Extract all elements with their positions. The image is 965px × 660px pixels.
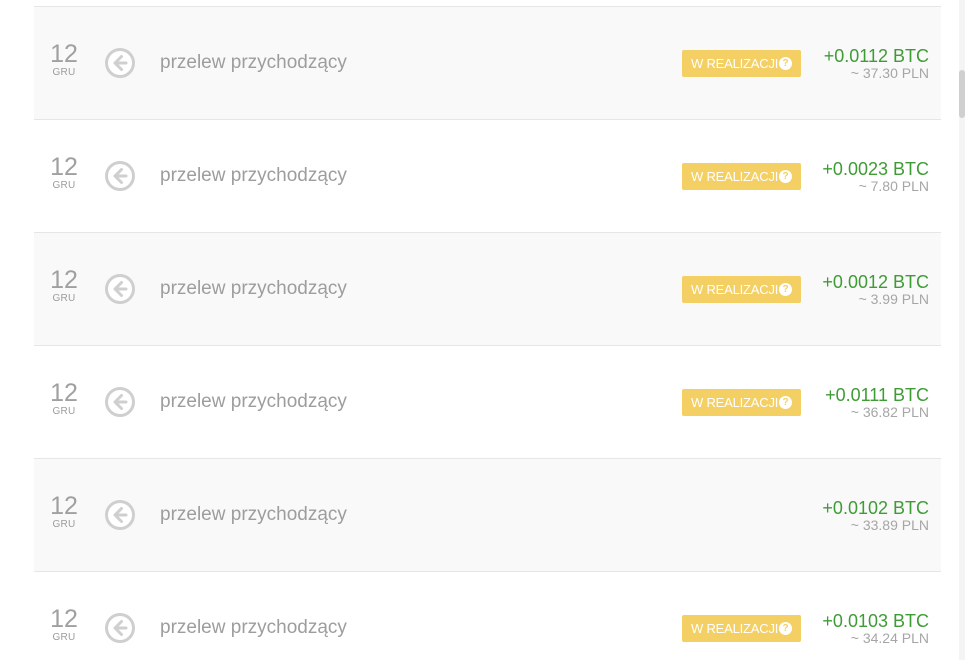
transaction-amount: +0.0102 BTC ~ 33.89 PLN bbox=[822, 498, 929, 533]
date-month: GRU bbox=[52, 180, 76, 191]
date-month: GRU bbox=[52, 293, 76, 304]
amount-btc: +0.0023 BTC bbox=[822, 159, 929, 179]
scrollbar-thumb[interactable] bbox=[959, 70, 965, 118]
amount-btc: +0.0112 BTC bbox=[823, 46, 929, 66]
date-month: GRU bbox=[52, 406, 76, 417]
arrow-left-circle-icon bbox=[104, 47, 136, 79]
help-icon[interactable]: ? bbox=[779, 57, 792, 70]
date-day: 12 bbox=[50, 379, 78, 407]
date-month: GRU bbox=[52, 632, 76, 643]
transaction-row[interactable]: 12 GRU przelew przychodzący W REALIZACJI… bbox=[34, 120, 941, 233]
transaction-row[interactable]: 12 GRU przelew przychodzący +0.0102 BTC … bbox=[34, 459, 941, 572]
status-label: W REALIZACJI bbox=[691, 395, 779, 410]
help-icon[interactable]: ? bbox=[779, 396, 792, 409]
status-badge[interactable]: W REALIZACJI ? bbox=[682, 615, 801, 642]
status-label: W REALIZACJI bbox=[691, 621, 779, 636]
transaction-amount: +0.0111 BTC ~ 36.82 PLN bbox=[825, 385, 929, 420]
date-month: GRU bbox=[52, 519, 76, 530]
help-icon[interactable]: ? bbox=[779, 170, 792, 183]
arrow-left-circle-icon bbox=[104, 499, 136, 531]
transaction-description: przelew przychodzący bbox=[160, 617, 347, 638]
transaction-amount: +0.0103 BTC ~ 34.24 PLN bbox=[822, 611, 929, 646]
transaction-description: przelew przychodzący bbox=[160, 278, 347, 299]
transaction-description: przelew przychodzący bbox=[160, 391, 347, 412]
arrow-left-circle-icon bbox=[104, 386, 136, 418]
transaction-amount: +0.0012 BTC ~ 3.99 PLN bbox=[822, 272, 929, 307]
date-day: 12 bbox=[50, 605, 78, 633]
transaction-date: 12 GRU bbox=[48, 41, 80, 78]
transaction-description: przelew przychodzący bbox=[160, 504, 347, 525]
transaction-history-page: 12 GRU przelew przychodzący W REALIZACJI… bbox=[0, 0, 965, 660]
amount-btc: +0.0103 BTC bbox=[822, 611, 929, 631]
transaction-date: 12 GRU bbox=[48, 267, 80, 304]
amount-pln: ~ 7.80 PLN bbox=[858, 178, 929, 194]
help-icon[interactable]: ? bbox=[779, 622, 792, 635]
transaction-row[interactable]: 12 GRU przelew przychodzący W REALIZACJI… bbox=[34, 7, 941, 120]
status-badge[interactable]: W REALIZACJI ? bbox=[682, 50, 801, 77]
amount-pln: ~ 34.24 PLN bbox=[850, 630, 929, 646]
amount-pln: ~ 33.89 PLN bbox=[850, 517, 929, 533]
transaction-date: 12 GRU bbox=[48, 606, 80, 643]
transaction-date: 12 GRU bbox=[48, 380, 80, 417]
transaction-amount: +0.0112 BTC ~ 37.30 PLN bbox=[823, 46, 929, 81]
status-badge[interactable]: W REALIZACJI ? bbox=[682, 389, 801, 416]
amount-pln: ~ 37.30 PLN bbox=[850, 65, 929, 81]
transaction-amount: +0.0023 BTC ~ 7.80 PLN bbox=[822, 159, 929, 194]
transaction-list: 12 GRU przelew przychodzący W REALIZACJI… bbox=[34, 6, 941, 660]
date-day: 12 bbox=[50, 40, 78, 68]
amount-pln: ~ 36.82 PLN bbox=[850, 404, 929, 420]
arrow-left-circle-icon bbox=[104, 160, 136, 192]
status-badge[interactable]: W REALIZACJI ? bbox=[682, 276, 801, 303]
amount-pln: ~ 3.99 PLN bbox=[858, 291, 929, 307]
status-label: W REALIZACJI bbox=[691, 169, 779, 184]
date-day: 12 bbox=[50, 266, 78, 294]
status-label: W REALIZACJI bbox=[691, 56, 779, 71]
amount-btc: +0.0111 BTC bbox=[825, 385, 929, 405]
arrow-left-circle-icon bbox=[104, 612, 136, 644]
date-day: 12 bbox=[50, 153, 78, 181]
transaction-date: 12 GRU bbox=[48, 493, 80, 530]
transaction-row[interactable]: 12 GRU przelew przychodzący W REALIZACJI… bbox=[34, 346, 941, 459]
date-month: GRU bbox=[52, 67, 76, 78]
transaction-description: przelew przychodzący bbox=[160, 52, 347, 73]
transaction-row[interactable]: 12 GRU przelew przychodzący W REALIZACJI… bbox=[34, 233, 941, 346]
date-day: 12 bbox=[50, 492, 78, 520]
vertical-scrollbar[interactable] bbox=[959, 0, 965, 660]
status-badge[interactable]: W REALIZACJI ? bbox=[682, 163, 801, 190]
status-label: W REALIZACJI bbox=[691, 282, 779, 297]
arrow-left-circle-icon bbox=[104, 273, 136, 305]
amount-btc: +0.0102 BTC bbox=[822, 498, 929, 518]
transaction-row[interactable]: 12 GRU przelew przychodzący W REALIZACJI… bbox=[34, 572, 941, 660]
amount-btc: +0.0012 BTC bbox=[822, 272, 929, 292]
help-icon[interactable]: ? bbox=[779, 283, 792, 296]
transaction-description: przelew przychodzący bbox=[160, 165, 347, 186]
transaction-date: 12 GRU bbox=[48, 154, 80, 191]
